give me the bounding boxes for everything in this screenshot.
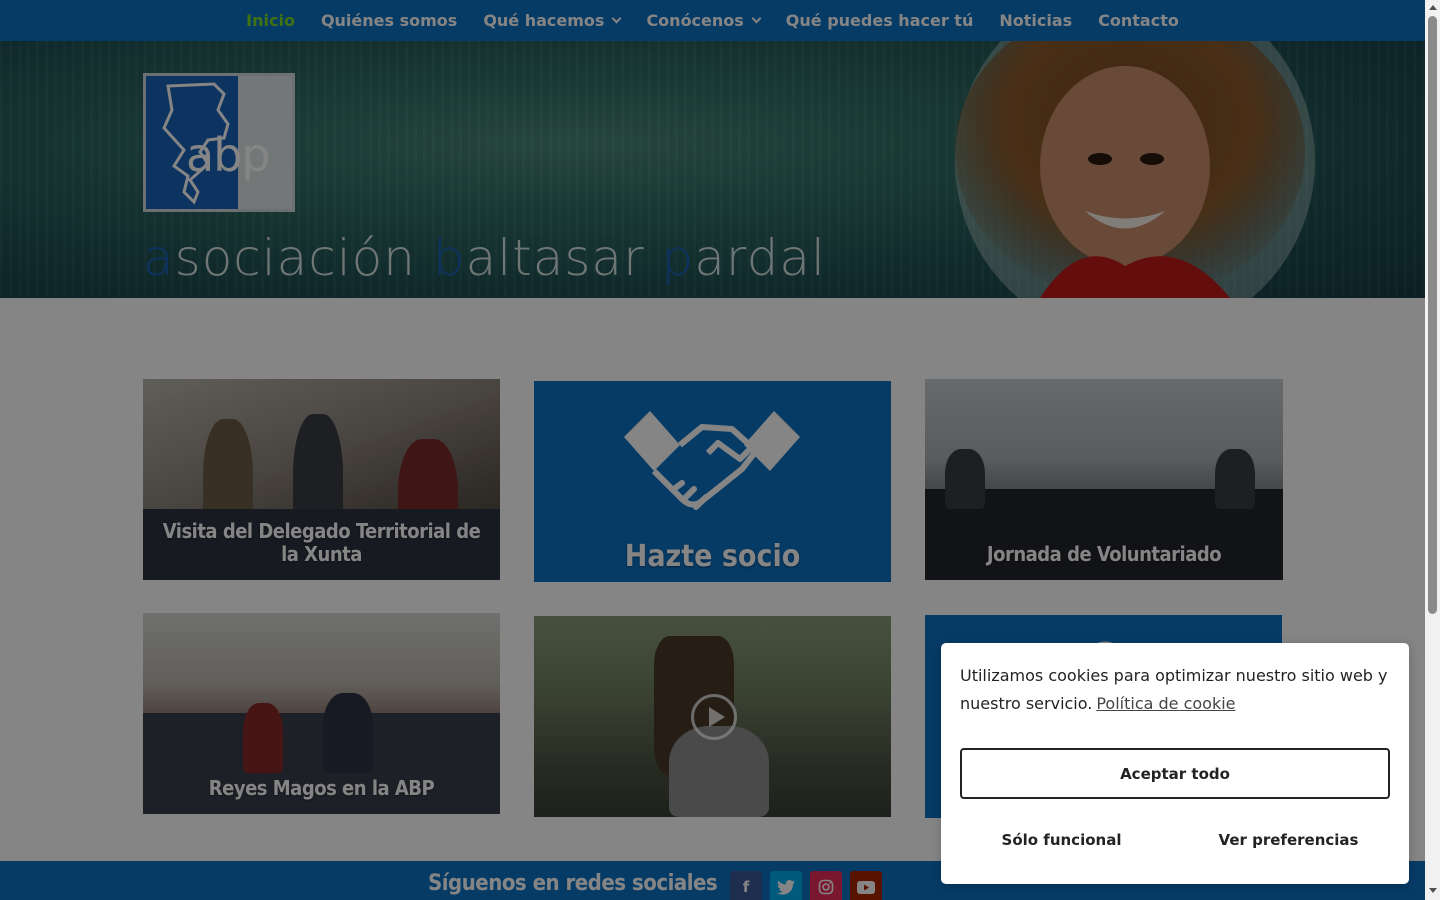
handshake-icon [624,411,800,510]
news-tile-jornada[interactable]: Jornada de Voluntariado [925,379,1283,580]
chevron-down-icon [611,13,622,23]
nav-item-que-hacemos[interactable]: Qué hacemos [470,11,633,30]
cookie-consent-dialog: Utilizamos cookies para optimizar nuestr… [941,643,1409,884]
title-initial: a [143,229,175,287]
nav-item-que-puedes-hacer[interactable]: Qué puedes hacer tú [773,11,987,30]
video-tile[interactable] [534,616,891,817]
tile-caption: Reyes Magos en la ABP [208,776,435,800]
photo-figure [945,449,985,509]
news-tile-visita[interactable]: Visita del Delegado Territorial de la Xu… [143,379,500,580]
nav-label: Qué puedes hacer tú [785,11,974,30]
photo-figure [243,703,283,773]
nav-label: Qué hacemos [483,11,605,30]
nav-item-conocenos[interactable]: Conócenos [633,11,772,30]
instagram-icon[interactable] [810,871,842,900]
title-word: altasar [465,229,662,287]
tile-caption: Jornada de Voluntariado [986,542,1222,566]
nav-label: Quiénes somos [320,11,458,30]
main-nav: Inicio Quiénes somos Qué hacemos Conócen… [0,0,1425,41]
title-initial: b [432,229,466,287]
hero-banner: abp asociación baltasar pardal [0,41,1425,298]
social-title: Síguenos en redes sociales [428,871,718,896]
cookie-message: Utilizamos cookies para optimizar nuestr… [960,662,1390,718]
photo-figure [1215,449,1255,509]
cookie-policy-link[interactable]: Política de cookie [1096,694,1235,713]
nav-item-contacto[interactable]: Contacto [1085,11,1192,30]
youtube-icon[interactable] [850,871,882,900]
hero-title: asociación baltasar pardal [143,229,826,287]
page-scrollbar[interactable] [1425,0,1440,900]
nav-label: Conócenos [646,11,744,30]
scroll-up-arrow-icon[interactable] [1429,5,1437,10]
abp-logo[interactable]: abp [143,73,295,212]
twitter-icon[interactable] [770,871,802,900]
title-word: ardal [694,229,826,287]
nav-label: Contacto [1098,11,1179,30]
play-icon[interactable] [691,694,737,740]
photo-figure [669,726,769,817]
hazte-socio-tile[interactable]: Hazte socio [534,381,891,582]
nav-item-noticias[interactable]: Noticias [986,11,1085,30]
logo-text: abp [186,128,271,182]
tile-caption: Visita del Delegado Territorial de la Xu… [162,519,481,566]
nav-label: Noticias [999,11,1073,30]
facebook-icon[interactable]: f [730,871,762,900]
scroll-down-arrow-icon[interactable] [1429,888,1437,893]
functional-only-button[interactable]: Sólo funcional [954,820,1169,860]
news-tile-reyes[interactable]: Reyes Magos en la ABP [143,613,500,814]
photo-figure [323,693,373,773]
nav-item-inicio[interactable]: Inicio [233,11,308,30]
chevron-down-icon [751,13,762,23]
scroll-thumb[interactable] [1428,16,1437,614]
title-word: sociación [174,229,433,287]
tile-caption: Hazte socio [624,539,801,574]
view-preferences-button[interactable]: Ver preferencias [1181,820,1396,860]
nav-item-quienes-somos[interactable]: Quiénes somos [308,11,470,30]
accept-all-button[interactable]: Aceptar todo [960,748,1390,799]
child-photo [955,41,1315,298]
nav-label: Inicio [246,11,295,30]
title-initial: p [661,229,695,287]
